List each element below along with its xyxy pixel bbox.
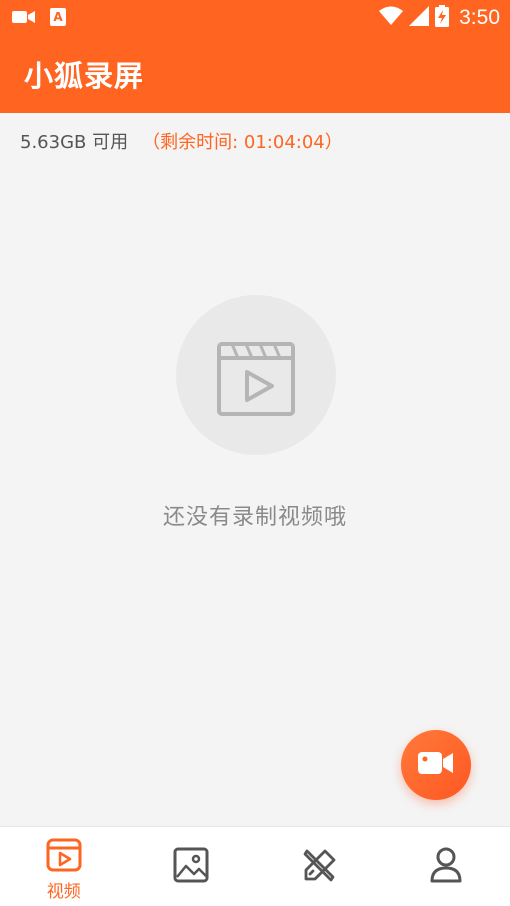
svg-text:A: A (53, 10, 63, 24)
tools-icon (301, 847, 337, 887)
wifi-icon (379, 6, 404, 30)
a-badge-icon: A (50, 8, 66, 30)
status-bar: A 3:50 (0, 0, 510, 36)
status-time: 3:50 (459, 6, 500, 29)
screen: A 3:50 小狐录屏 5.63GB 可用 （剩余时间: 01:04:04） 还… (0, 0, 510, 906)
app-title: 小狐录屏 (24, 59, 145, 93)
empty-state-illustration (176, 295, 336, 455)
user-icon (429, 847, 463, 887)
tab-screenshots[interactable] (128, 827, 256, 906)
record-button[interactable] (401, 730, 471, 800)
battery-charging-icon (435, 5, 450, 31)
remaining-time: （剩余时间: 01:04:04） (142, 132, 343, 153)
tab-tools[interactable] (255, 827, 383, 906)
empty-state-message: 还没有录制视频哦 (162, 505, 347, 530)
tab-videos[interactable]: 视频 (0, 827, 128, 906)
app-bar: 小狐录屏 (0, 36, 510, 113)
storage-info: 5.63GB 可用 （剩余时间: 01:04:04） (20, 128, 343, 154)
bottom-navigation: 视频 (0, 826, 510, 906)
cellular-signal-icon (409, 6, 430, 30)
tab-profile[interactable] (383, 827, 510, 906)
video-camera-icon (12, 9, 36, 29)
record-video-icon (418, 751, 454, 779)
tab-videos-label: 视频 (46, 882, 81, 902)
image-icon (173, 847, 209, 887)
video-play-icon (46, 838, 82, 876)
storage-available: 5.63GB 可用 (20, 132, 129, 153)
